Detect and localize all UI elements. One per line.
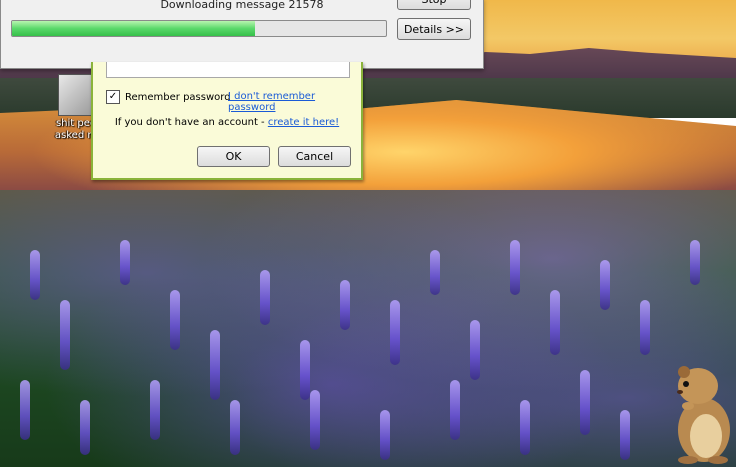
- wallpaper-flower: [310, 390, 320, 450]
- wallpaper-flower: [510, 240, 520, 295]
- wallpaper-flower: [550, 290, 560, 355]
- wallpaper-flower: [60, 300, 70, 370]
- wallpaper-flower: [30, 250, 40, 300]
- create-account-link[interactable]: create it here!: [268, 117, 339, 128]
- wallpaper-flower: [600, 260, 610, 310]
- wallpaper-flower: [230, 400, 240, 455]
- download-window: Downloading message 21578 Stop Details >…: [0, 0, 484, 69]
- hamster-mascot-icon: [677, 366, 730, 464]
- signup-prefix-text: If you don't have an account -: [114, 117, 268, 128]
- wallpaper-flower: [20, 380, 30, 440]
- wallpaper-flower: [640, 300, 650, 355]
- wallpaper-flower: [120, 240, 130, 285]
- wallpaper-flower: [380, 410, 390, 460]
- cancel-button[interactable]: Cancel: [278, 146, 351, 167]
- ok-button[interactable]: OK: [197, 146, 270, 167]
- signup-row: If you don't have an account - create it…: [93, 117, 361, 128]
- wallpaper-flower: [260, 270, 270, 325]
- details-button[interactable]: Details >>: [397, 18, 471, 40]
- wallpaper-flower: [690, 240, 700, 285]
- wallpaper-flower: [580, 370, 590, 435]
- login-dialog: ✓ Remember password I don't remember pas…: [91, 62, 363, 180]
- progress-fill: [12, 21, 256, 36]
- wallpaper-flower: [340, 280, 350, 330]
- wallpaper-flower: [210, 330, 220, 400]
- wallpaper-flower: [520, 400, 530, 455]
- wallpaper-flower: [430, 250, 440, 295]
- wallpaper-flower: [150, 380, 160, 440]
- remember-password-label: Remember password: [125, 91, 231, 103]
- wallpaper-flower: [170, 290, 180, 350]
- wallpaper-flower: [80, 400, 90, 455]
- wallpaper-flower: [300, 340, 310, 400]
- forgot-password-link[interactable]: I don't remember password: [228, 91, 361, 113]
- wallpaper-flower: [390, 300, 400, 365]
- wallpaper-flower: [620, 410, 630, 460]
- password-input[interactable]: [106, 62, 350, 78]
- remember-password-row[interactable]: ✓ Remember password: [106, 90, 231, 104]
- download-progress-bar: [11, 20, 387, 37]
- document-thumbnail-icon: [58, 74, 94, 116]
- stop-button[interactable]: Stop: [397, 0, 471, 10]
- wallpaper-flower: [470, 320, 480, 380]
- wallpaper-flower: [450, 380, 460, 440]
- checkbox-icon[interactable]: ✓: [106, 90, 120, 104]
